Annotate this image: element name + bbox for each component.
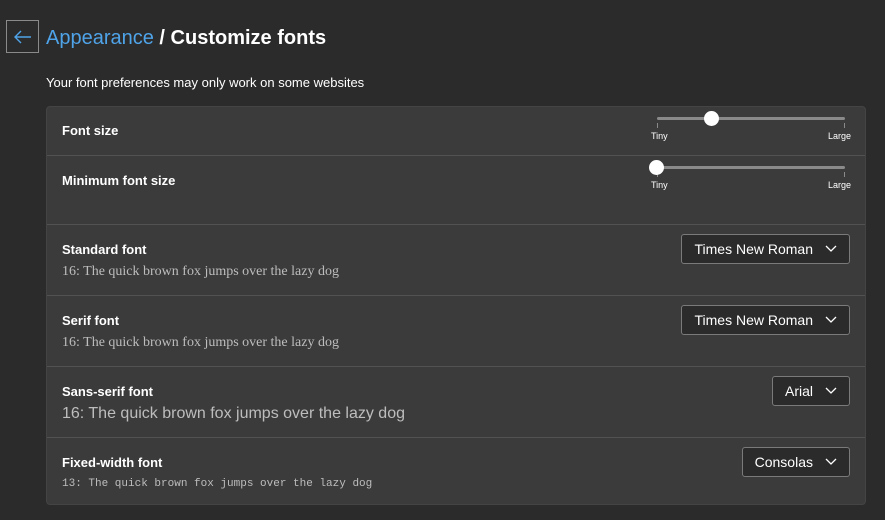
breadcrumb-appearance-link[interactable]: Appearance <box>46 27 154 49</box>
slider-tick <box>844 172 845 177</box>
chevron-down-icon <box>825 387 837 395</box>
chevron-down-icon <box>825 245 837 253</box>
arrow-left-icon <box>13 30 31 43</box>
page-title: Appearance / Customize fonts <box>46 27 326 50</box>
fixed-width-font-sample: 13: The quick brown fox jumps over the l… <box>62 478 373 490</box>
minimum-font-size-row: Minimum font size Tiny Large <box>47 155 865 224</box>
standard-font-sample: 16: The quick brown fox jumps over the l… <box>62 264 339 279</box>
sans-serif-font-sample: 16: The quick brown fox jumps over the l… <box>62 405 405 422</box>
serif-font-sample: 16: The quick brown fox jumps over the l… <box>62 335 339 350</box>
fixed-width-font-row: Fixed-width font 13: The quick brown fox… <box>47 437 865 505</box>
font-size-slider-thumb[interactable] <box>703 111 719 126</box>
serif-font-label: Serif font <box>62 313 120 328</box>
font-size-row: Font size Tiny Large <box>47 107 865 155</box>
serif-font-dropdown[interactable]: Times New Roman <box>681 305 850 335</box>
serif-font-row: Serif font 16: The quick brown fox jumps… <box>47 295 865 366</box>
slider-max-label: Large <box>827 131 851 141</box>
slider-max-label: Large <box>827 180 851 190</box>
font-size-slider[interactable]: Tiny Large <box>651 107 851 147</box>
standard-font-dropdown[interactable]: Times New Roman <box>681 234 850 264</box>
standard-font-row: Standard font 16: The quick brown fox ju… <box>47 224 865 295</box>
customize-fonts-page: Appearance / Customize fonts Your font p… <box>0 0 885 520</box>
chevron-down-icon <box>825 458 837 466</box>
breadcrumb-separator: / <box>153 27 171 49</box>
standard-font-selected: Times New Roman <box>694 241 813 257</box>
slider-tick <box>844 123 845 128</box>
back-button[interactable] <box>6 20 39 53</box>
fixed-width-font-dropdown[interactable]: Consolas <box>741 447 850 477</box>
minimum-font-size-slider-thumb[interactable] <box>649 160 664 175</box>
font-size-label: Font size <box>62 123 119 138</box>
minimum-font-size-label: Minimum font size <box>62 173 176 188</box>
minimum-font-size-slider-track[interactable] <box>657 166 845 169</box>
slider-tick <box>657 123 658 128</box>
sans-serif-font-selected: Arial <box>784 383 813 399</box>
font-size-slider-track[interactable] <box>657 117 845 120</box>
page-subtitle: Your font preferences may only work on s… <box>46 75 365 90</box>
sans-serif-font-row: Sans-serif font 16: The quick brown fox … <box>47 366 865 437</box>
slider-min-label: Tiny <box>651 131 668 141</box>
sans-serif-font-label: Sans-serif font <box>62 384 154 399</box>
sans-serif-font-dropdown[interactable]: Arial <box>771 376 850 406</box>
breadcrumb-current: Customize fonts <box>170 27 327 49</box>
slider-min-label: Tiny <box>651 180 668 190</box>
fixed-width-font-selected: Consolas <box>754 454 813 470</box>
fixed-width-font-label: Fixed-width font <box>62 455 163 470</box>
serif-font-selected: Times New Roman <box>694 312 813 328</box>
chevron-down-icon <box>825 316 837 324</box>
font-settings-card: Font size Tiny Large Minimum font size T… <box>46 106 866 505</box>
minimum-font-size-slider[interactable]: Tiny Large <box>649 156 851 196</box>
standard-font-label: Standard font <box>62 242 147 257</box>
